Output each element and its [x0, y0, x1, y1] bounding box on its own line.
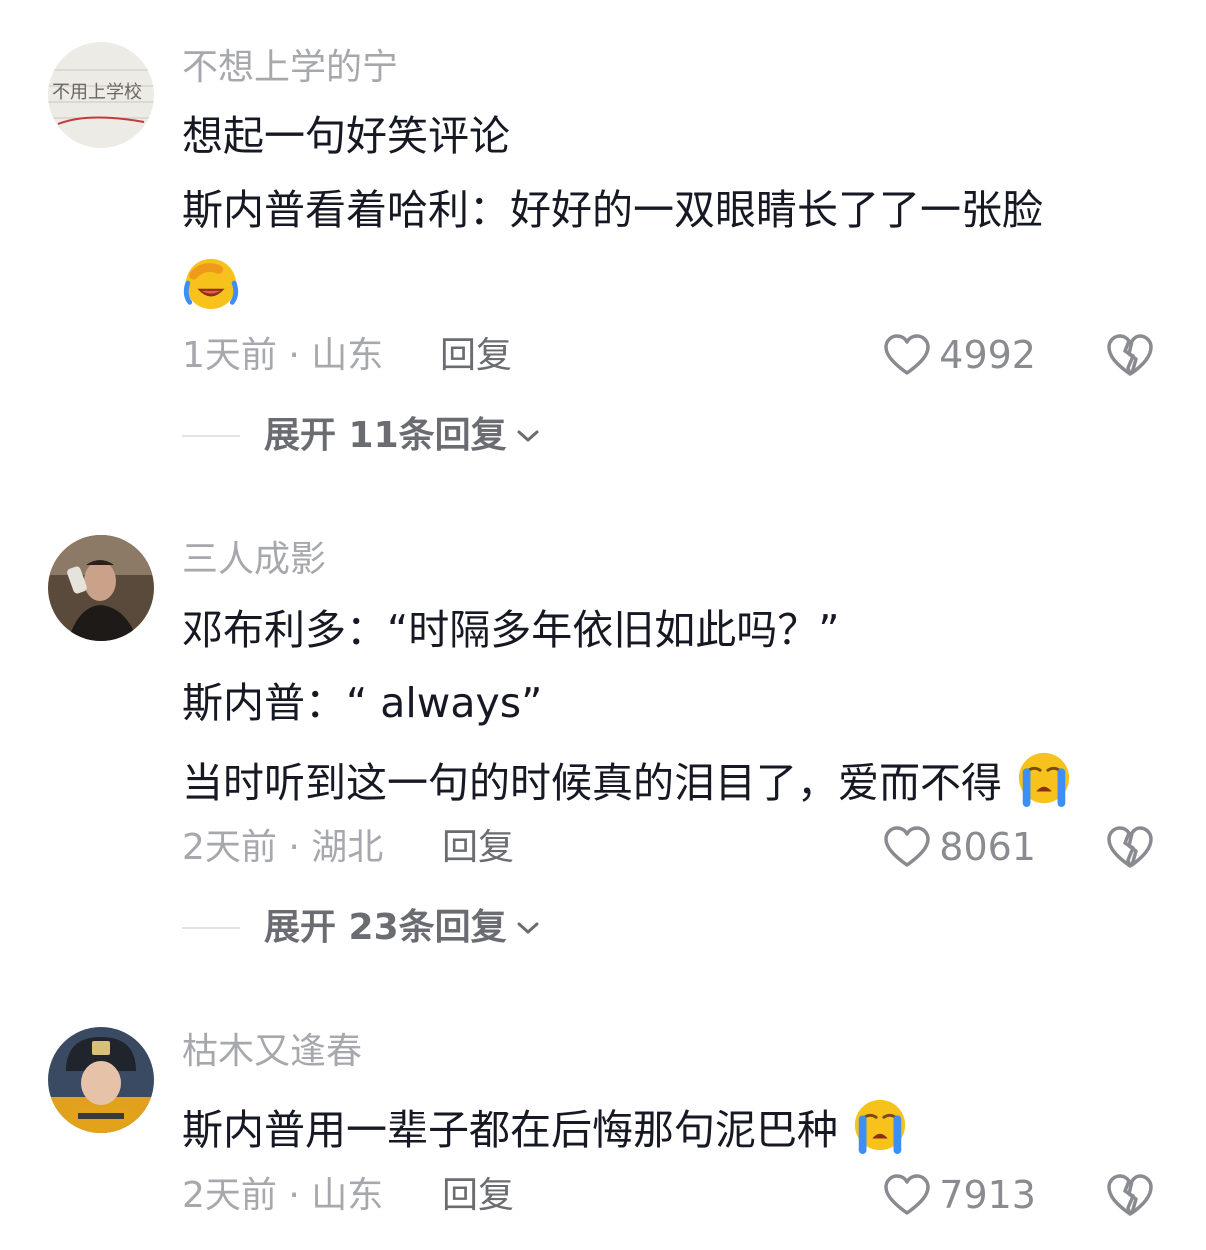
- comment-text-line: 斯内普：“ always”: [182, 679, 543, 727]
- comment-emoji-line: [182, 254, 240, 314]
- username[interactable]: 三人成影: [182, 538, 326, 582]
- like-button[interactable]: 4992: [883, 330, 1036, 380]
- crying-emoji: [1018, 752, 1070, 807]
- expand-replies-button[interactable]: 展开 23条回复: [182, 906, 541, 950]
- broken-heart-icon[interactable]: [1106, 332, 1154, 378]
- heart-icon: [884, 334, 931, 375]
- divider: [182, 927, 240, 929]
- comment-text-line: 想起一句好笑评论: [182, 112, 510, 160]
- avatar[interactable]: [48, 535, 154, 641]
- username[interactable]: 枯木又逢春: [182, 1030, 362, 1074]
- comment-time-location: 2天前 · 山东: [182, 1175, 384, 1216]
- broken-heart-icon[interactable]: [1106, 1172, 1154, 1218]
- comment-time-location: 1天前 · 山东: [182, 335, 384, 376]
- username[interactable]: 不想上学的宁: [182, 46, 398, 90]
- reply-button[interactable]: 回复: [442, 1174, 514, 1218]
- avatar-handwriting: 不用上学校: [52, 82, 142, 103]
- heart-icon: [884, 826, 931, 867]
- chevron-down-icon: [517, 430, 539, 442]
- crying-emoji: [854, 1099, 906, 1154]
- reply-button[interactable]: 回复: [440, 334, 512, 378]
- avatar[interactable]: [48, 1027, 154, 1133]
- like-count: 4992: [939, 333, 1036, 377]
- expand-replies-label: 展开 11条回复: [264, 415, 507, 456]
- comment-text-line: 邓布利多：“时隔多年依旧如此吗？”: [182, 606, 840, 654]
- avatar[interactable]: 不用上学校: [48, 42, 154, 148]
- like-button[interactable]: 7913: [883, 1170, 1036, 1220]
- comment-time-location: 2天前 · 湖北: [182, 827, 384, 868]
- comment-text: 当时听到这一句的时候真的泪目了，爱而不得: [182, 759, 1002, 807]
- expand-replies-button[interactable]: 展开 11条回复: [182, 414, 541, 458]
- reply-button[interactable]: 回复: [442, 826, 514, 870]
- chevron-down-icon: [517, 922, 539, 934]
- expand-replies-label: 展开 23条回复: [264, 907, 507, 948]
- like-button[interactable]: 8061: [883, 822, 1036, 872]
- comment-text: 斯内普用一辈子都在后悔那句泥巴种: [182, 1106, 838, 1154]
- divider: [182, 435, 240, 437]
- comment-text-line: 斯内普看着哈利：好好的一双眼睛长了了一张脸: [182, 186, 1043, 234]
- comment-text-line: 当时听到这一句的时候真的泪目了，爱而不得: [182, 749, 1073, 809]
- comment-text-line: 斯内普用一辈子都在后悔那句泥巴种: [182, 1096, 909, 1156]
- like-count: 8061: [939, 825, 1036, 869]
- heart-icon: [884, 1174, 931, 1215]
- broken-heart-icon[interactable]: [1106, 824, 1154, 870]
- facepalm-laugh-emoji: [183, 258, 239, 310]
- like-count: 7913: [939, 1173, 1036, 1217]
